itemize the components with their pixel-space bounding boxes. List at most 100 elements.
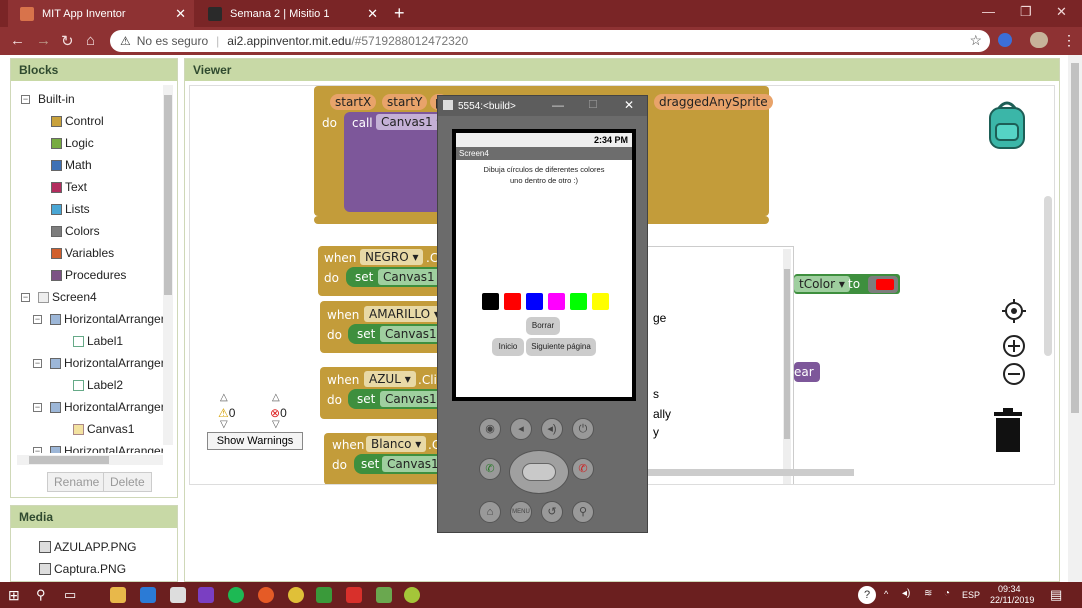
collapse-icon[interactable]: − <box>21 292 30 302</box>
inicio-button[interactable]: Inicio <box>492 338 524 356</box>
volume-up-icon[interactable]: ◂) <box>541 418 563 440</box>
notifications-icon[interactable]: ▤ <box>1050 587 1062 603</box>
maximize-icon[interactable]: ❐ <box>1020 4 1032 20</box>
siguiente-pagina-button[interactable]: Siguiente página <box>526 338 596 356</box>
back-icon[interactable]: ← <box>10 32 25 49</box>
minimize-icon[interactable]: — <box>552 98 564 112</box>
search-icon[interactable]: ⚲ <box>572 501 594 523</box>
close-tab-icon[interactable]: ✕ <box>175 6 186 22</box>
new-tab-icon[interactable]: + <box>394 3 405 24</box>
help-icon[interactable]: ? <box>858 586 876 604</box>
maximize-icon[interactable]: ☐ <box>588 98 598 111</box>
warnings-down-arrow-icon[interactable]: ▽ <box>220 419 228 430</box>
url-bar[interactable]: ⚠ No es seguro | ai2.appinventor.mit.edu… <box>110 30 990 52</box>
app-icon[interactable] <box>316 587 332 603</box>
tree-item-label2[interactable]: Label2 <box>73 375 123 395</box>
scrollbar-thumb[interactable] <box>1071 63 1079 413</box>
collapse-icon[interactable]: − <box>33 402 42 412</box>
profile-avatar[interactable] <box>1030 32 1048 48</box>
clock-time[interactable]: 09:34 <box>998 584 1021 594</box>
scrollbar-thumb[interactable] <box>784 269 790 439</box>
call-icon[interactable]: ✆ <box>479 458 501 480</box>
volume-down-icon[interactable]: ◂ <box>510 418 532 440</box>
search-icon[interactable]: ⚲ <box>36 587 46 603</box>
tree-item-arranger[interactable]: − HorizontalArranger <box>33 441 163 453</box>
menu-kebab-icon[interactable]: ⋮ <box>1062 32 1076 49</box>
clock-date[interactable]: 22/11/2019 <box>990 595 1034 605</box>
spotify-icon[interactable] <box>228 587 244 603</box>
collapse-icon[interactable]: − <box>21 94 30 104</box>
workspace-horizontal-scrollbar[interactable] <box>644 469 854 476</box>
magenta-color-button[interactable] <box>548 293 565 310</box>
media-item[interactable]: Captura.PNG <box>39 562 126 576</box>
tree-horizontal-scrollbar[interactable] <box>17 455 163 465</box>
scrollbar-thumb[interactable] <box>164 95 172 295</box>
end-call-icon[interactable]: ✆ <box>572 458 594 480</box>
tree-item-logic[interactable]: Logic <box>51 133 94 153</box>
firefox-icon[interactable] <box>258 587 274 603</box>
dpad[interactable] <box>509 450 569 494</box>
collapse-icon[interactable]: − <box>33 446 42 453</box>
tree-item-procedures[interactable]: Procedures <box>51 265 126 285</box>
component-dropdown[interactable]: AMARILLO ▾ <box>364 306 445 322</box>
extension-icon[interactable] <box>998 33 1012 47</box>
tree-item-math[interactable]: Math <box>51 155 92 175</box>
close-window-icon[interactable]: ✕ <box>1056 4 1067 20</box>
rename-button[interactable]: Rename <box>47 472 107 492</box>
warning-icon[interactable]: ⚠ <box>120 34 131 48</box>
task-view-icon[interactable]: ▭ <box>64 587 76 603</box>
tree-item-label1[interactable]: Label1 <box>73 331 123 351</box>
tree-item-arranger[interactable]: − HorizontalArranger <box>33 353 163 373</box>
menu-button[interactable]: MENU <box>510 501 532 523</box>
red-color-button[interactable] <box>504 293 521 310</box>
tray-chevron-icon[interactable]: ^ <box>884 589 888 599</box>
trash-icon[interactable] <box>992 408 1024 452</box>
page-scrollbar[interactable] <box>1068 55 1082 582</box>
dpad-center-button[interactable] <box>522 463 556 481</box>
blue-color-button[interactable] <box>526 293 543 310</box>
tree-item-arranger[interactable]: − HorizontalArranger <box>33 309 163 329</box>
green-color-button[interactable] <box>570 293 587 310</box>
phone-display[interactable]: 2:34 PM Screen4 Dibuja círculos de difer… <box>456 133 632 397</box>
tree-item-lists[interactable]: Lists <box>51 199 90 219</box>
tree-screen4[interactable]: − Screen4 <box>21 287 97 307</box>
close-window-icon[interactable]: ✕ <box>624 98 634 112</box>
home-icon[interactable]: ⌂ <box>479 501 501 523</box>
tree-item-arranger[interactable]: − HorizontalArranger <box>33 397 163 417</box>
component-dropdown[interactable]: AZUL ▾ <box>364 371 416 387</box>
file-explorer-icon[interactable] <box>110 587 126 603</box>
workspace-vertical-scrollbar[interactable] <box>1044 196 1052 356</box>
param-startx[interactable]: startX <box>330 94 377 110</box>
yellow-color-button[interactable] <box>592 293 609 310</box>
camera-icon[interactable]: ◉ <box>479 418 501 440</box>
zoom-out-icon[interactable] <box>1002 362 1026 386</box>
tree-vertical-scrollbar[interactable] <box>163 85 173 445</box>
close-tab-icon[interactable]: ✕ <box>367 6 378 22</box>
language-indicator[interactable]: ESP <box>962 590 980 600</box>
tree-item-variables[interactable]: Variables <box>51 243 114 263</box>
property-dropdown[interactable]: tColor ▾ <box>794 276 850 292</box>
acrobat-icon[interactable] <box>346 587 362 603</box>
tab-app-inventor[interactable]: MIT App Inventor ✕ <box>8 0 194 27</box>
android-icon[interactable] <box>404 587 420 603</box>
param-dragged-any-sprite[interactable]: draggedAnySprite <box>654 94 773 110</box>
popup-scrollbar[interactable] <box>783 249 791 484</box>
black-color-button[interactable] <box>482 293 499 310</box>
app-icon[interactable] <box>376 587 392 603</box>
forward-icon[interactable]: → <box>36 32 51 49</box>
power-icon[interactable]: ⏻ <box>572 418 594 440</box>
mail-icon[interactable] <box>170 587 186 603</box>
warnings-up-arrow-icon[interactable]: △ <box>220 392 228 403</box>
scrollbar-thumb[interactable] <box>29 456 109 464</box>
tree-item-canvas1[interactable]: Canvas1 <box>73 419 134 439</box>
errors-up-arrow-icon[interactable]: △ <box>272 392 280 403</box>
back-icon[interactable]: ↺ <box>541 501 563 523</box>
collapse-icon[interactable]: − <box>33 314 42 324</box>
show-warnings-button[interactable]: Show Warnings <box>207 432 303 450</box>
borrar-button[interactable]: Borrar <box>526 317 560 335</box>
component-dropdown[interactable]: NEGRO ▾ <box>360 249 424 265</box>
tree-item-control[interactable]: Control <box>51 111 104 131</box>
home-icon[interactable]: ⌂ <box>86 32 95 49</box>
reload-icon[interactable]: ↻ <box>61 32 74 50</box>
tree-item-colors[interactable]: Colors <box>51 221 100 241</box>
